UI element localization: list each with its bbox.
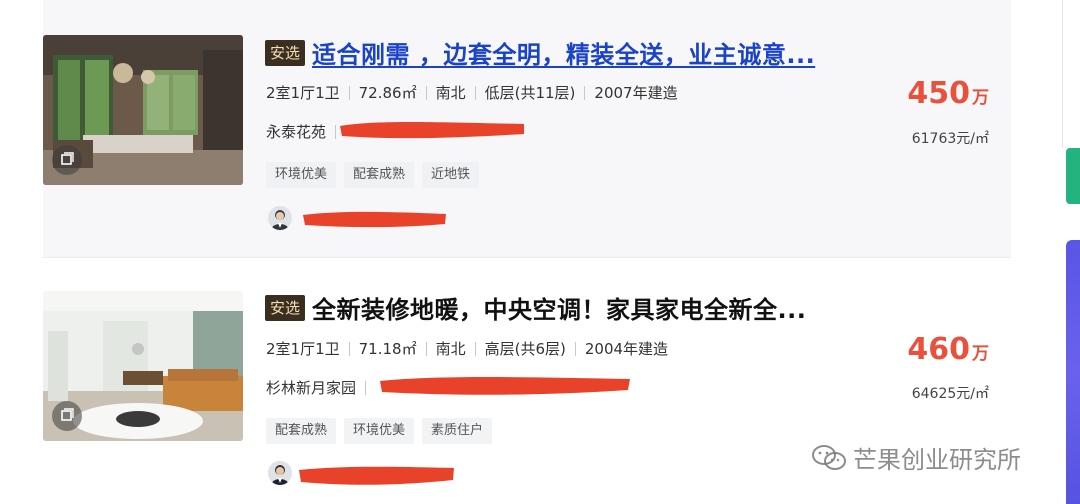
watermark: 芒果创业研究所 [811,440,1021,475]
spec-floor: 高层(共6层) [484,340,566,358]
spec-orientation: 南北 [435,84,466,102]
wechat-icon [812,444,846,470]
side-panel-tab[interactable] [1066,240,1080,504]
watermark-text: 芒果创业研究所 [853,446,1021,474]
panel-divider [1062,0,1063,148]
side-action-button[interactable] [1066,148,1080,204]
spec-layout: 2室1厅1卫 [266,84,340,102]
listing-title-link[interactable]: 全新装修地暖，中央空调！家具家电全新全... [312,290,806,325]
redaction-mark [299,466,454,485]
redaction-mark [380,377,630,395]
community-name-link[interactable]: 杉林新月家园 [266,377,356,398]
spec-year: 2004年建造 [584,340,669,358]
spec-year: 2007年建造 [594,84,678,102]
divider [474,85,476,100]
listing-page: 安选 适合刚需 ，边套全明，精装全送，业主诚意... 2室1厅1卫 72.86㎡… [0,0,1080,504]
anxuan-badge: 安选 [265,39,306,66]
spec-floor: 低层(共11层) [484,84,576,102]
agent-info[interactable] [268,461,292,485]
spec-area: 72.86㎡ [358,84,417,102]
listing-title-link[interactable]: 适合刚需 ，边套全明，精装全送，业主诚意... [312,35,815,70]
price-unit: 万 [972,344,989,364]
unit-price: 61763元/㎡ [911,131,989,147]
feature-tag: 素质住户 [422,418,493,444]
feature-tag: 环境优美 [344,418,415,444]
listing-photo[interactable] [43,291,243,441]
agent-avatar[interactable] [268,206,292,230]
total-price: 450 万 [907,76,989,111]
spec-area: 71.18㎡ [358,340,417,358]
feature-tag: 配套成熟 [344,162,415,188]
listing-title-row: 安选 全新装修地暖，中央空调！家具家电全新全... [265,290,806,325]
listing-photo[interactable] [43,35,243,185]
divider [348,85,350,100]
spec-orientation: 南北 [435,340,466,358]
community-name-link[interactable]: 永泰花苑 [266,121,326,142]
vr-view-icon[interactable] [52,145,82,175]
divider [574,341,576,356]
listing-title-row: 安选 适合刚需 ，边套全明，精装全送，业主诚意... [265,35,815,70]
divider [584,85,586,100]
price-value: 460 [907,332,970,367]
divider [425,341,427,356]
divider [335,124,337,139]
vr-view-icon[interactable] [52,401,82,431]
divider [365,380,367,395]
divider [348,341,350,356]
anxuan-badge: 安选 [265,294,306,321]
redaction-mark [340,122,524,139]
listing-card[interactable]: 安选 适合刚需 ，边套全明，精装全送，业主诚意... 2室1厅1卫 72.86㎡… [43,0,1011,258]
listing-community: 杉林新月家园 [266,377,375,398]
divider [474,341,476,356]
agent-avatar[interactable] [268,461,292,485]
redaction-mark [303,211,446,228]
unit-price: 64625元/㎡ [911,386,989,402]
feature-tags: 环境优美 配套成熟 近地铁 [266,162,480,188]
feature-tag: 环境优美 [266,162,337,188]
listing-specs: 2室1厅1卫 72.86㎡ 南北 低层(共11层) 2007年建造 [266,82,678,103]
divider [425,85,427,100]
feature-tag: 近地铁 [422,162,480,188]
price-unit: 万 [972,88,989,108]
feature-tag: 配套成熟 [266,418,337,444]
listing-community: 永泰花苑 [266,121,345,142]
listing-specs: 2室1厅1卫 71.18㎡ 南北 高层(共6层) 2004年建造 [266,338,668,359]
total-price: 460 万 [907,332,989,367]
agent-info[interactable] [268,206,292,230]
spec-layout: 2室1厅1卫 [266,340,340,358]
feature-tags: 配套成熟 环境优美 素质住户 [266,418,493,444]
price-value: 450 [907,76,970,111]
